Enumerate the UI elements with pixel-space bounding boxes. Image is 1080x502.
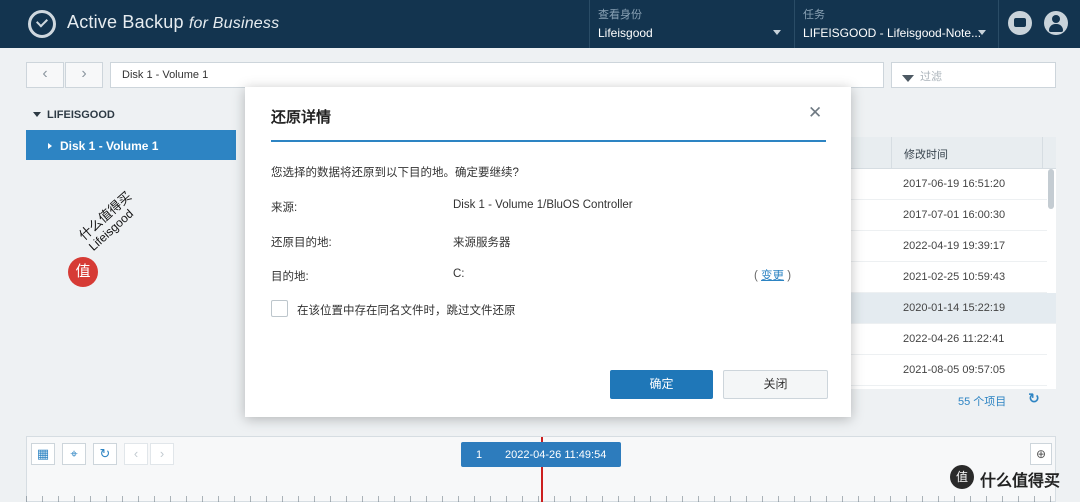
dialog-title-divider [271, 140, 826, 142]
restore-destination-label: 还原目的地: [271, 237, 332, 249]
source-value: Disk 1 - Volume 1/BluOS Controller [453, 199, 633, 211]
skip-existing-label[interactable]: 在该位置中存在同名文件时，跳过文件还原 [297, 302, 516, 318]
header-divider [794, 0, 795, 48]
change-open-paren: ( [754, 270, 758, 282]
app-title: Active Backup for Business [67, 12, 279, 33]
user-icon[interactable] [1044, 11, 1068, 35]
app-title-main: Active Backup [67, 12, 184, 32]
header-divider [589, 0, 590, 48]
restore-destination-value: 来源服务器 [453, 237, 511, 249]
destination-label: 目的地: [271, 271, 309, 283]
app-title-suffix: for Business [188, 15, 280, 32]
app-header: Active Backup for Business 查看身份 Lifeisgo… [0, 0, 1080, 48]
task-value: LIFEISGOOD - Lifeisgood-Note... [803, 26, 982, 40]
identity-chevron-down-icon[interactable] [773, 30, 781, 35]
confirm-button[interactable]: 确定 [610, 370, 713, 399]
task-label: 任务 [803, 9, 825, 21]
task-selector[interactable]: 任务 LIFEISGOOD - Lifeisgood-Note... [803, 6, 981, 40]
close-button[interactable]: 关闭 [723, 370, 828, 399]
restore-details-dialog: 还原详情 ✕ 您选择的数据将还原到以下目的地。确定要继续? 来源: Disk 1… [245, 87, 851, 417]
identity-selector[interactable]: 查看身份 Lifeisgood [598, 6, 653, 40]
skip-existing-checkbox[interactable] [271, 300, 288, 317]
identity-label: 查看身份 [598, 9, 642, 21]
change-close-paren: ) [787, 270, 792, 282]
source-label: 来源: [271, 202, 298, 214]
change-link[interactable]: 变更 [761, 270, 784, 282]
task-chevron-down-icon[interactable] [978, 30, 986, 35]
active-backup-logo-icon [28, 10, 56, 38]
identity-value: Lifeisgood [598, 26, 653, 40]
dialog-title: 还原详情 [271, 109, 332, 126]
header-divider [998, 0, 999, 48]
change-destination: ( 变更 ) [754, 267, 791, 283]
close-icon[interactable]: ✕ [808, 104, 822, 121]
destination-value: C: [453, 268, 465, 280]
confirm-message: 您选择的数据将还原到以下目的地。确定要继续? [271, 167, 519, 179]
message-icon[interactable] [1008, 11, 1032, 35]
